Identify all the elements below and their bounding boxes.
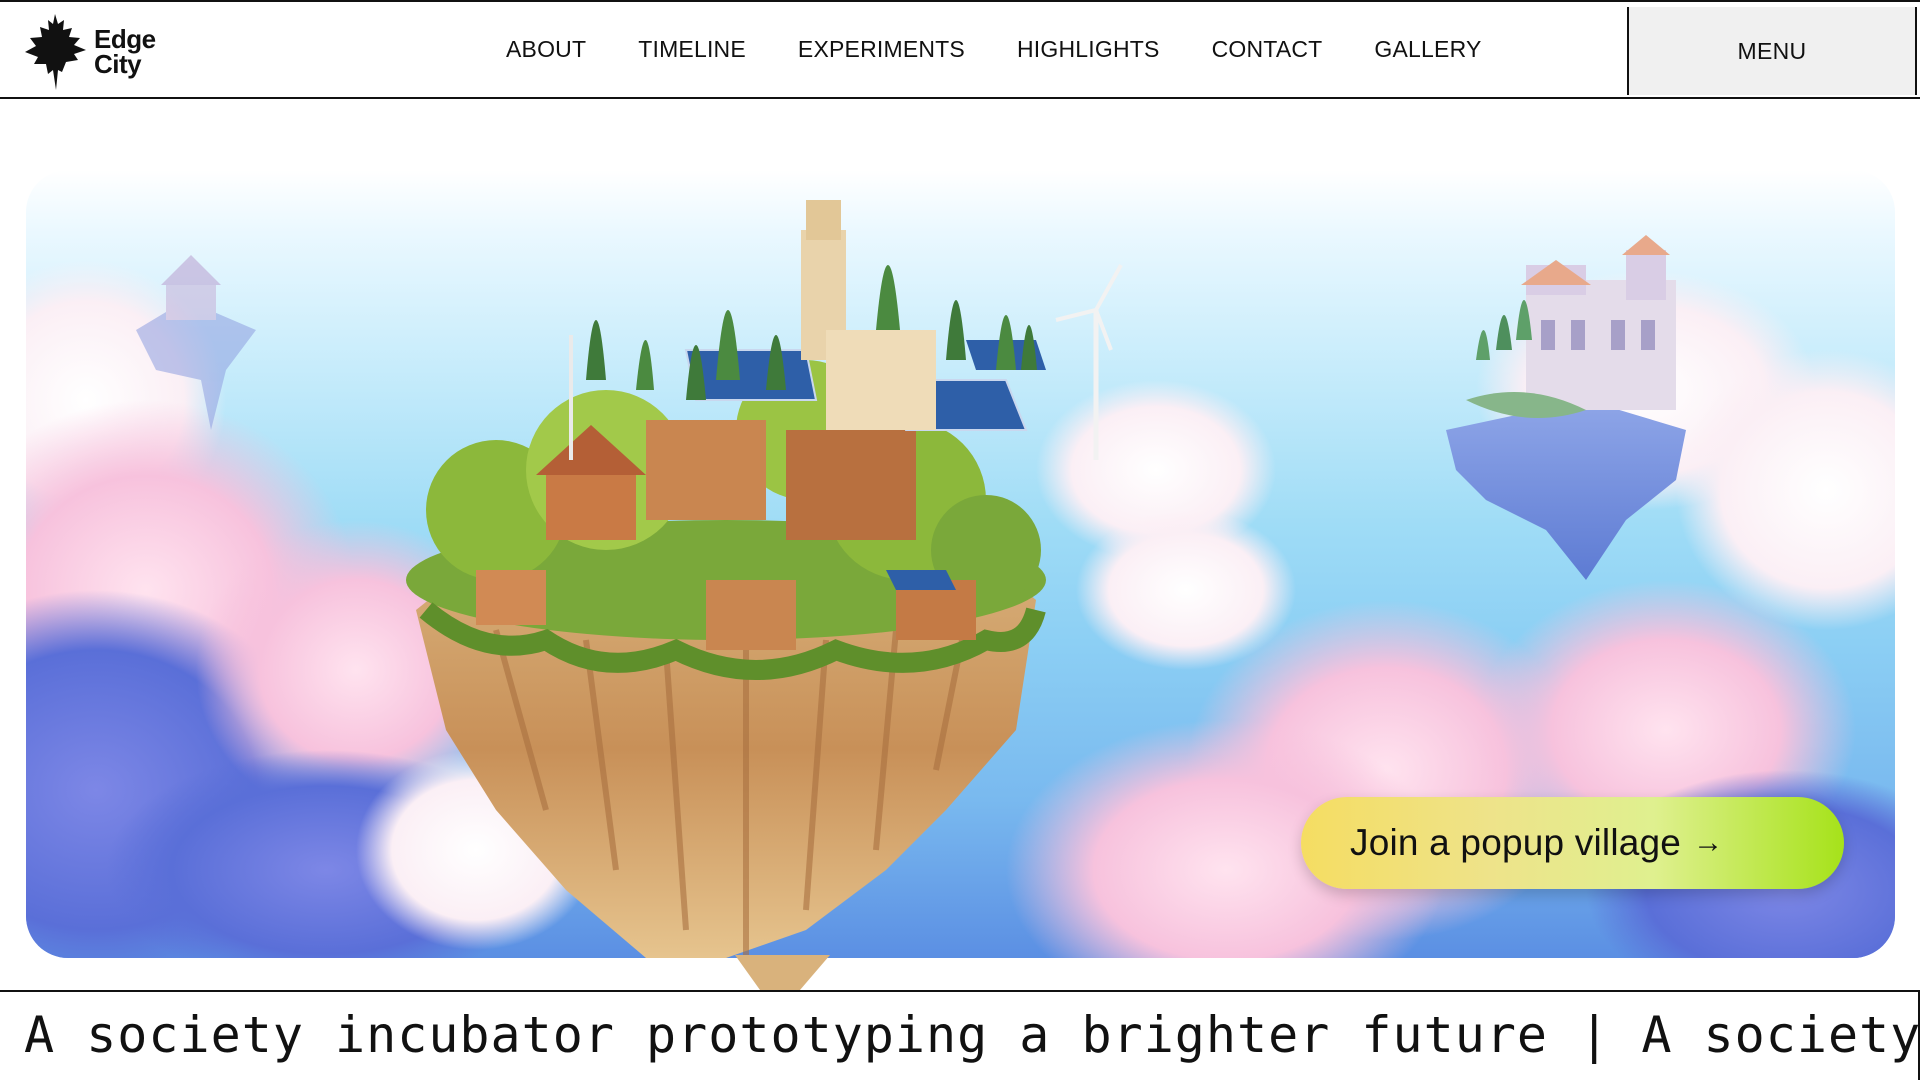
main-nav: ABOUT TIMELINE EXPERIMENTS HIGHLIGHTS CO… bbox=[506, 2, 1482, 97]
brand-wordmark: Edge City bbox=[94, 26, 156, 79]
brand-logo[interactable]: Edge City bbox=[22, 12, 156, 92]
edge-city-island-logo-icon bbox=[25, 14, 86, 90]
nav-item-about[interactable]: ABOUT bbox=[506, 36, 586, 63]
ticker-text: A society incubator prototyping a bright… bbox=[24, 1006, 1920, 1064]
cta-label: Join a popup village bbox=[1350, 822, 1682, 863]
nav-item-experiments[interactable]: EXPERIMENTS bbox=[798, 36, 965, 63]
site-header: Edge City ABOUT TIMELINE EXPERIMENTS HIG… bbox=[0, 0, 1920, 99]
tagline-ticker: A society incubator prototyping a bright… bbox=[0, 990, 1920, 1080]
nav-item-contact[interactable]: CONTACT bbox=[1212, 36, 1323, 63]
join-popup-village-button[interactable]: Join a popup village → bbox=[1301, 797, 1844, 889]
brand-line-2: City bbox=[94, 49, 142, 79]
menu-button[interactable]: MENU bbox=[1627, 7, 1917, 95]
arrow-right-icon: → bbox=[1693, 826, 1724, 859]
nav-item-gallery[interactable]: GALLERY bbox=[1374, 36, 1481, 63]
nav-item-timeline[interactable]: TIMELINE bbox=[638, 36, 746, 63]
nav-item-highlights[interactable]: HIGHLIGHTS bbox=[1017, 36, 1160, 63]
